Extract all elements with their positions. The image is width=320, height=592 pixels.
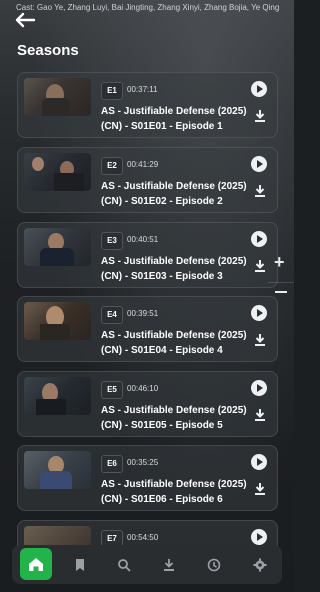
episode-duration: 00:35:25	[127, 458, 159, 467]
episode-thumbnail	[24, 228, 91, 266]
bottom-nav	[12, 545, 282, 584]
episode-thumbnail	[24, 302, 91, 340]
play-circle-icon[interactable]	[251, 231, 267, 247]
arrow-left-icon[interactable]	[14, 12, 36, 28]
episode-title: AS - Justifiable Defense (2025) (CN) - S…	[101, 181, 247, 207]
episode-card[interactable]: E6 00:35:25 AS - Justifiable Defense (20…	[17, 445, 278, 511]
play-circle-icon[interactable]	[251, 454, 267, 470]
divider	[268, 282, 294, 283]
nav-bookmark-button[interactable]	[66, 551, 94, 579]
episode-duration: 00:40:51	[127, 235, 159, 244]
episode-duration: 00:46:10	[127, 384, 159, 393]
play-circle-icon[interactable]	[251, 81, 267, 97]
episode-title: AS - Justifiable Defense (2025) (CN) - S…	[101, 479, 247, 505]
nav-download-button[interactable]	[155, 551, 183, 579]
episode-number-badge: E4	[101, 306, 123, 324]
episode-duration: 00:41:29	[127, 160, 159, 169]
episode-card[interactable]: E4 00:39:51 AS - Justifiable Defense (20…	[17, 296, 278, 362]
nav-search-button[interactable]	[110, 551, 138, 579]
download-icon[interactable]	[253, 482, 267, 496]
settings-icon	[253, 558, 267, 572]
episode-card[interactable]: E3 00:40:51 AS - Justifiable Defense (20…	[17, 222, 278, 288]
home-icon	[29, 558, 43, 571]
episode-duration: 00:54:50	[127, 533, 159, 542]
section-title: Seasons	[17, 42, 79, 59]
download-icon[interactable]	[253, 333, 267, 347]
episode-number-badge: E1	[101, 82, 123, 100]
play-circle-icon[interactable]	[251, 529, 267, 545]
episode-duration: 00:39:51	[127, 309, 159, 318]
episode-title: AS - Justifiable Defense (2025) (CN) - S…	[101, 106, 247, 132]
episode-card[interactable]: E2 00:41:29 AS - Justifiable Defense (20…	[17, 147, 278, 213]
nav-home-button[interactable]	[20, 548, 52, 580]
episode-thumbnail	[24, 451, 91, 489]
plus-icon[interactable]: +	[274, 252, 285, 273]
bookmark-icon	[76, 559, 84, 571]
episode-thumbnail	[24, 78, 91, 116]
episode-number-badge: E3	[101, 232, 123, 250]
episode-title: AS - Justifiable Defense (2025) (CN) - S…	[101, 330, 247, 356]
episode-thumbnail	[24, 153, 91, 191]
minus-icon[interactable]	[275, 291, 287, 293]
episode-card[interactable]: E1 00:37:11 AS - Justifiable Defense (20…	[17, 72, 278, 138]
nav-settings-button[interactable]	[246, 551, 274, 579]
download-icon[interactable]	[253, 259, 267, 273]
search-icon	[118, 559, 131, 572]
download-icon[interactable]	[253, 184, 267, 198]
episode-card[interactable]: E5 00:46:10 AS - Justifiable Defense (20…	[17, 371, 278, 437]
episode-title: AS - Justifiable Defense (2025) (CN) - S…	[101, 256, 247, 282]
play-circle-icon[interactable]	[251, 305, 267, 321]
download-icon	[164, 559, 174, 571]
episode-thumbnail	[24, 377, 91, 415]
download-icon[interactable]	[253, 109, 267, 123]
episode-number-badge: E6	[101, 455, 123, 473]
play-circle-icon[interactable]	[251, 380, 267, 396]
episode-duration: 00:37:11	[127, 85, 158, 94]
play-circle-icon[interactable]	[251, 156, 267, 172]
episode-number-badge: E2	[101, 157, 123, 175]
episode-title: AS - Justifiable Defense (2025) (CN) - S…	[101, 405, 247, 431]
nav-history-button[interactable]	[200, 551, 228, 579]
episode-number-badge: E5	[101, 381, 123, 399]
cast-line: Cast: Gao Ye, Zhang Luyi, Bai Jingting, …	[16, 3, 280, 12]
history-icon	[207, 558, 221, 572]
download-icon[interactable]	[253, 408, 267, 422]
